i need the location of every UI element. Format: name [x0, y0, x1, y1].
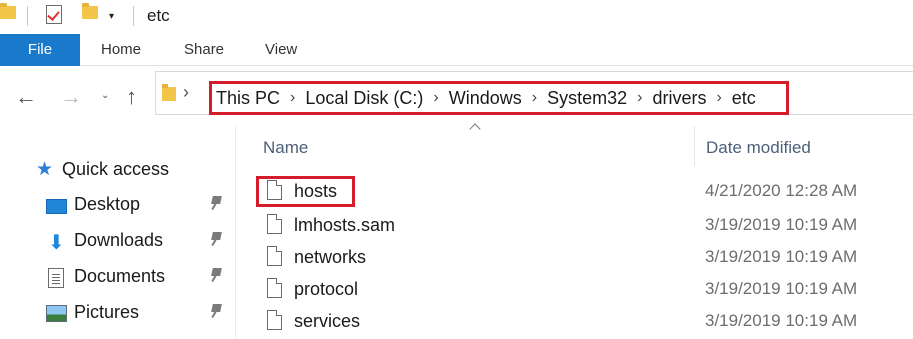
file-icon: [267, 278, 282, 298]
file-date-modified: 3/19/2019 10:19 AM: [705, 311, 858, 330]
up-arrow-icon[interactable]: ↑: [126, 84, 137, 110]
file-icon: [267, 246, 282, 266]
breadcrumb-windows[interactable]: Windows: [449, 88, 522, 109]
star-icon: ★: [36, 159, 54, 180]
toolbar-divider: [133, 6, 134, 26]
sidebar-item-downloads[interactable]: ⬇ Downloads: [0, 224, 236, 258]
file-name: networks: [294, 247, 367, 267]
column-divider[interactable]: [694, 126, 695, 166]
navigation-pane: ★ Quick access Desktop ⬇ Downloads Docum…: [0, 126, 236, 339]
new-folder-icon[interactable]: [82, 3, 98, 19]
tab-view[interactable]: View: [265, 34, 297, 66]
folder-icon: [0, 3, 16, 19]
file-name: protocol: [294, 279, 359, 299]
toolbar-divider: [27, 6, 28, 26]
tab-home[interactable]: Home: [101, 34, 141, 66]
pin-icon[interactable]: [210, 232, 224, 246]
table-row[interactable]: protocol 3/19/2019 10:19 AM: [237, 274, 913, 306]
file-icon: [267, 310, 282, 330]
pin-icon[interactable]: [210, 196, 224, 210]
file-name: lmhosts.sam: [294, 215, 396, 235]
breadcrumb-local-disk[interactable]: Local Disk (C:): [305, 88, 423, 109]
sort-ascending-icon: [468, 123, 482, 133]
folder-icon: [162, 84, 176, 101]
table-row[interactable]: services 3/19/2019 10:19 AM: [237, 306, 913, 338]
sidebar-item-pictures[interactable]: Pictures: [0, 296, 236, 330]
file-date-modified: 4/21/2020 12:28 AM: [705, 181, 858, 200]
tab-share[interactable]: Share: [184, 34, 224, 66]
chevron-right-icon[interactable]: ›: [637, 89, 642, 107]
chevron-right-icon[interactable]: ›: [716, 89, 721, 107]
navigation-bar: ← → ⌄ ↑ › This PC › Local Disk (C:) › Wi…: [0, 66, 913, 126]
chevron-right-icon[interactable]: ›: [433, 89, 438, 107]
documents-icon: [48, 268, 64, 288]
file-date-modified: 3/19/2019 10:19 AM: [705, 215, 858, 234]
chevron-right-icon[interactable]: ›: [532, 89, 537, 107]
table-row[interactable]: networks 3/19/2019 10:19 AM: [237, 242, 913, 274]
sidebar-item-label: Pictures: [74, 302, 140, 322]
file-date-modified: 3/19/2019 10:19 AM: [705, 279, 858, 298]
file-list: Name Date modified hosts 4/21/2020 12:28…: [237, 126, 913, 339]
pictures-icon: [46, 305, 67, 322]
recent-locations-chevron-icon[interactable]: ⌄: [101, 90, 109, 101]
highlight-box: [256, 176, 355, 207]
desktop-icon: [46, 199, 67, 214]
table-row[interactable]: hosts 4/21/2020 12:28 AM: [237, 176, 913, 208]
column-header-date-modified[interactable]: Date modified: [706, 138, 811, 158]
chevron-right-icon[interactable]: ›: [183, 82, 189, 103]
breadcrumb-this-pc[interactable]: This PC: [216, 88, 280, 109]
address-bar[interactable]: › This PC › Local Disk (C:) › Windows › …: [155, 71, 913, 115]
pin-icon[interactable]: [210, 304, 224, 318]
file-date-modified: 3/19/2019 10:19 AM: [705, 247, 858, 266]
pin-icon[interactable]: [210, 268, 224, 282]
breadcrumb: This PC › Local Disk (C:) › Windows › Sy…: [209, 81, 789, 115]
title-bar: ▾ etc: [0, 0, 913, 34]
download-icon: ⬇: [48, 232, 65, 254]
breadcrumb-etc[interactable]: etc: [732, 88, 756, 109]
sidebar-item-label: Documents: [74, 266, 166, 286]
sidebar-item-label: Quick access: [62, 159, 170, 179]
table-row[interactable]: lmhosts.sam 3/19/2019 10:19 AM: [237, 210, 913, 242]
chevron-right-icon[interactable]: ›: [290, 89, 295, 107]
customize-toolbar-dropdown-icon[interactable]: ▾: [109, 11, 114, 22]
properties-icon[interactable]: [46, 5, 62, 24]
sidebar-item-desktop[interactable]: Desktop: [0, 188, 236, 222]
tab-file[interactable]: File: [0, 34, 80, 66]
ribbon-tabs: File Home Share View: [0, 34, 913, 66]
forward-arrow-icon[interactable]: →: [60, 84, 82, 110]
sidebar-item-label: Desktop: [74, 194, 141, 214]
breadcrumb-drivers[interactable]: drivers: [652, 88, 706, 109]
window-title: etc: [147, 6, 170, 25]
sidebar-item-documents[interactable]: Documents: [0, 260, 236, 294]
file-icon: [267, 214, 282, 234]
pane-divider[interactable]: [235, 126, 236, 339]
file-name: services: [294, 311, 361, 331]
sidebar-item-quick-access[interactable]: ★ Quick access: [0, 153, 236, 187]
back-arrow-icon[interactable]: ←: [15, 84, 37, 110]
breadcrumb-system32[interactable]: System32: [547, 88, 627, 109]
sidebar-item-label: Downloads: [74, 230, 164, 250]
column-header-name[interactable]: Name: [263, 138, 308, 158]
